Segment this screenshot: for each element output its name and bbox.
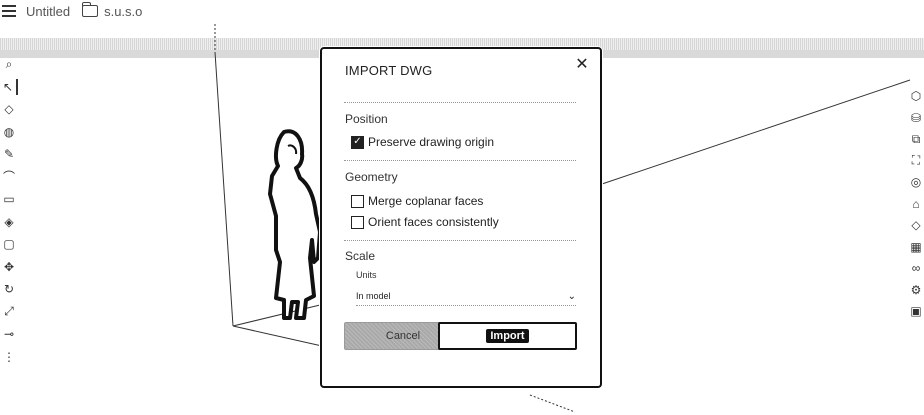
- units-value: In model: [356, 291, 391, 301]
- orient-faces-option[interactable]: Orient faces consistently: [351, 215, 499, 229]
- merge-faces-option[interactable]: Merge coplanar faces: [351, 194, 483, 208]
- import-button[interactable]: Import: [438, 322, 577, 350]
- orient-faces-label: Orient faces consistently: [368, 215, 499, 229]
- pencil-icon[interactable]: ✎: [1, 146, 17, 162]
- units-select[interactable]: In model ⌄: [356, 287, 576, 306]
- folder-icon[interactable]: [82, 2, 99, 17]
- position-section-label: Position: [345, 112, 388, 126]
- instructor-icon[interactable]: ▣: [908, 303, 924, 319]
- close-icon[interactable]: ✕: [574, 57, 590, 73]
- file-name[interactable]: s.u.s.o: [104, 4, 142, 19]
- document-title[interactable]: Untitled: [26, 4, 70, 19]
- preserve-origin-option[interactable]: ✓ Preserve drawing origin: [351, 135, 494, 149]
- scale-icon[interactable]: ⤢: [1, 304, 17, 320]
- tape-measure-icon[interactable]: ⊸: [1, 326, 17, 342]
- units-label: Units: [356, 270, 377, 280]
- tags-icon[interactable]: ◇: [908, 217, 924, 233]
- merge-faces-checkbox[interactable]: [351, 194, 364, 208]
- entity-info-icon[interactable]: ⬡: [908, 88, 924, 104]
- styles-icon[interactable]: ◎: [908, 174, 924, 190]
- outliner-icon[interactable]: ⌂: [908, 196, 924, 212]
- arc-icon[interactable]: ⌒: [1, 169, 17, 185]
- materials-icon[interactable]: ⛶: [908, 153, 924, 169]
- offset-icon[interactable]: ▢: [1, 236, 17, 252]
- right-toolbar: ⬡ ⛁ ⧉ ⛶ ◎ ⌂ ◇ ▦ ∞ ⚙ ▣: [908, 88, 924, 325]
- display-icon[interactable]: ∞: [908, 260, 924, 276]
- divider: [344, 102, 576, 103]
- preserve-origin-checkbox[interactable]: ✓: [351, 135, 364, 149]
- select-icon[interactable]: ↖: [0, 78, 18, 95]
- scale-section-label: Scale: [345, 249, 376, 263]
- more-tools-icon[interactable]: ⋮: [1, 349, 17, 365]
- eraser-icon[interactable]: ◇: [1, 101, 17, 117]
- person-figure[interactable]: [268, 129, 322, 320]
- geometry-section-label: Geometry: [345, 170, 398, 184]
- divider: [344, 160, 576, 161]
- merge-faces-label: Merge coplanar faces: [368, 194, 484, 208]
- rectangle-icon[interactable]: ▭: [1, 191, 17, 207]
- dialog-title: IMPORT DWG: [345, 63, 433, 78]
- import-button-label: Import: [486, 329, 529, 343]
- search-icon[interactable]: ⌕: [1, 56, 17, 72]
- extensions-icon[interactable]: ⚙: [908, 282, 924, 298]
- chevron-down-icon: ⌄: [567, 290, 576, 302]
- rotate-icon[interactable]: ↻: [1, 281, 17, 297]
- orient-faces-checkbox[interactable]: [351, 215, 364, 229]
- left-toolbar: ⌕ ↖ ◇ ◍ ✎ ⌒ ▭ ◈ ▢ ✥ ↻ ⤢ ⊸ ⋮: [0, 56, 18, 376]
- import-dwg-dialog: IMPORT DWG ✕ Position ✓ Preserve drawing…: [320, 47, 602, 388]
- push-pull-icon[interactable]: ◈: [1, 214, 17, 230]
- scenes-icon[interactable]: ▦: [908, 239, 924, 255]
- paint-bucket-icon[interactable]: ◍: [1, 124, 17, 140]
- menu-icon[interactable]: [2, 5, 16, 17]
- move-icon[interactable]: ✥: [1, 259, 17, 275]
- components-icon[interactable]: ⛁: [908, 110, 924, 126]
- layers-icon[interactable]: ⧉: [908, 131, 924, 147]
- divider: [344, 240, 576, 241]
- top-bar: Untitled s.u.s.o: [0, 0, 924, 22]
- preserve-origin-label: Preserve drawing origin: [368, 135, 495, 149]
